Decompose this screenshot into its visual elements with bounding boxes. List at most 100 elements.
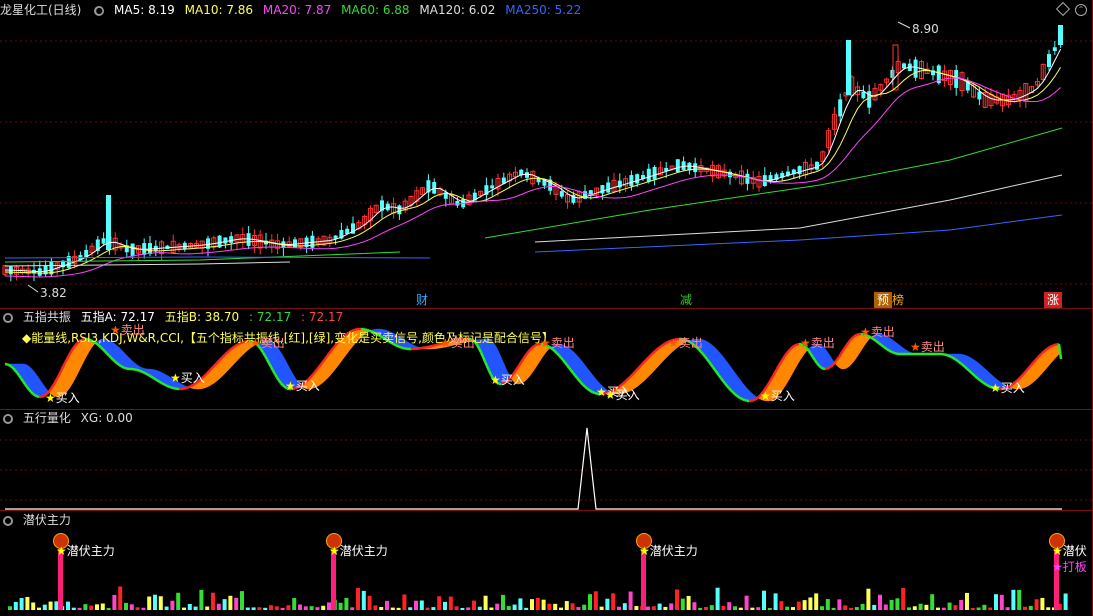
- stock-title: 龙星化工(日线): [0, 3, 82, 17]
- event-bang[interactable]: 榜: [889, 292, 907, 308]
- wuzhi-line: [648, 354, 652, 358]
- qianfu-bar: [216, 603, 221, 610]
- wuzhi-line: [742, 398, 746, 402]
- qianfu-bar: [605, 598, 610, 610]
- wuzhi-line: [628, 375, 632, 379]
- settings-icon[interactable]: ●: [3, 312, 13, 323]
- sell-signal: ★卖出: [110, 323, 145, 337]
- wuzhi-line: [118, 363, 122, 368]
- wuzhi-line: [568, 366, 572, 372]
- wuzhi-fill: [852, 335, 856, 364]
- qianfu-bar: [443, 601, 447, 610]
- candle-body: [525, 172, 529, 178]
- wuxing-header: ● 五行量化 XG: 0.00: [0, 410, 139, 426]
- wuzhi-line: [120, 365, 124, 369]
- wuzhi-line: [813, 359, 819, 364]
- wuzhi-line: [736, 394, 740, 399]
- wuzhi-line: [321, 358, 327, 363]
- event-cai[interactable]: 财: [413, 292, 431, 308]
- wuzhi-line: [515, 364, 521, 370]
- wuzhi-line: [51, 381, 57, 387]
- wuzhi-line: [273, 373, 279, 379]
- qianfu-bar: [715, 587, 720, 610]
- wuzhi-line: [164, 383, 168, 387]
- wuzhi-line: [15, 371, 21, 377]
- wuzhi-line: [318, 363, 322, 368]
- wuzhi-fill: [582, 361, 586, 388]
- wuzhi-fill: [76, 340, 80, 376]
- wuzhi-line: [14, 369, 18, 374]
- wuzhi-line: [835, 356, 841, 361]
- qianfu-bar: [941, 607, 946, 610]
- sell-signal: ★卖出: [860, 325, 895, 339]
- qianfu-bar: [71, 607, 76, 610]
- wuzhi-line: [578, 379, 582, 384]
- qianfu-bar: [205, 606, 210, 610]
- qianfu-bar: [25, 596, 30, 610]
- wuzhi-line: [592, 391, 596, 395]
- settings-icon[interactable]: ●: [3, 413, 13, 424]
- qianfu-pane[interactable]: ● 潜伏主力 ★潜伏主力 ★潜伏主力 ★潜伏主力 ★潜伏 ★打板: [0, 511, 1093, 616]
- wuzhi-line: [148, 374, 152, 378]
- qianfu-bar: [704, 606, 708, 610]
- settings-icon[interactable]: ●: [94, 5, 105, 16]
- qianfu-mark: ★潜伏主力: [56, 544, 115, 558]
- candle-body: [130, 243, 135, 257]
- qianfu-bar: [77, 607, 82, 610]
- qianfu-bar: [390, 607, 395, 610]
- event-zhang[interactable]: 涨: [1044, 292, 1063, 308]
- qianfu-bar: [269, 605, 273, 610]
- wuzhi-fill: [854, 334, 858, 361]
- qianfu-bar: [588, 594, 592, 610]
- wuzhi-fill: [124, 352, 128, 370]
- wuzhi-fill: [1044, 348, 1048, 371]
- wuzhi-line: [964, 366, 968, 370]
- kline-chart[interactable]: [0, 0, 1093, 308]
- qianfu-bar: [245, 607, 250, 610]
- settings-icon[interactable]: ●: [3, 515, 13, 526]
- candle-body: [838, 99, 843, 117]
- candle-body: [106, 195, 111, 250]
- wuzhi-fill: [1050, 345, 1054, 364]
- wuzhi-line: [632, 371, 636, 375]
- qianfu-bar: [976, 607, 981, 610]
- candle-body: [1058, 25, 1063, 45]
- qianfu-bar: [663, 606, 668, 610]
- wuzhi-line: [564, 361, 568, 366]
- wuzhi-fill: [122, 350, 126, 369]
- wuzhi-line: [728, 387, 732, 392]
- wuzhi-line: [26, 386, 30, 391]
- wuzhi-v1: : 72.17: [249, 310, 292, 324]
- wuzhi-line: [809, 353, 815, 358]
- wuzhi-fill: [746, 387, 750, 402]
- wuzhi-line: [576, 377, 580, 382]
- qianfu-bar: [994, 594, 998, 610]
- ma250-line: [534, 214, 1063, 253]
- wuzhi-line: [841, 346, 847, 352]
- qianfu-bar: [808, 597, 813, 610]
- maximize-icon[interactable]: ⌃: [1075, 4, 1087, 16]
- qianfu-bar: [280, 607, 285, 610]
- wuzhi-fill: [536, 343, 540, 367]
- qianfu-title: 潜伏主力: [22, 513, 71, 527]
- wuzhi-pane[interactable]: ● 五指共振 五指A: 72.17 五指B: 38.70 : 72.17 : 7…: [0, 309, 1093, 409]
- qianfu-bar: [959, 600, 964, 610]
- qianfu-bar: [675, 589, 679, 610]
- wuxing-chart[interactable]: [0, 410, 1093, 510]
- wuzhi-line: [1022, 371, 1026, 376]
- wuzhi-line: [724, 382, 728, 387]
- wuzhi-fill: [234, 344, 238, 364]
- wuzhi-fill: [738, 377, 742, 399]
- qianfu-chart[interactable]: [0, 511, 1093, 616]
- kline-pane[interactable]: 龙星化工(日线) ● MA5: 8.19 MA10: 7.86 MA20: 7.…: [0, 0, 1093, 308]
- wuzhi-fill: [850, 336, 854, 366]
- ma10-label: MA10: 7.86: [184, 3, 254, 17]
- wuzhi-line: [656, 346, 660, 351]
- event-jian[interactable]: 减: [677, 292, 695, 308]
- qianfu-bar: [257, 607, 262, 610]
- wuzhi-fill: [826, 350, 830, 370]
- wuzhi-line: [204, 372, 208, 377]
- qianfu-bar: [651, 606, 656, 610]
- wuxing-pane[interactable]: ● 五行量化 XG: 0.00: [0, 410, 1093, 510]
- wuzhi-fill: [532, 345, 536, 373]
